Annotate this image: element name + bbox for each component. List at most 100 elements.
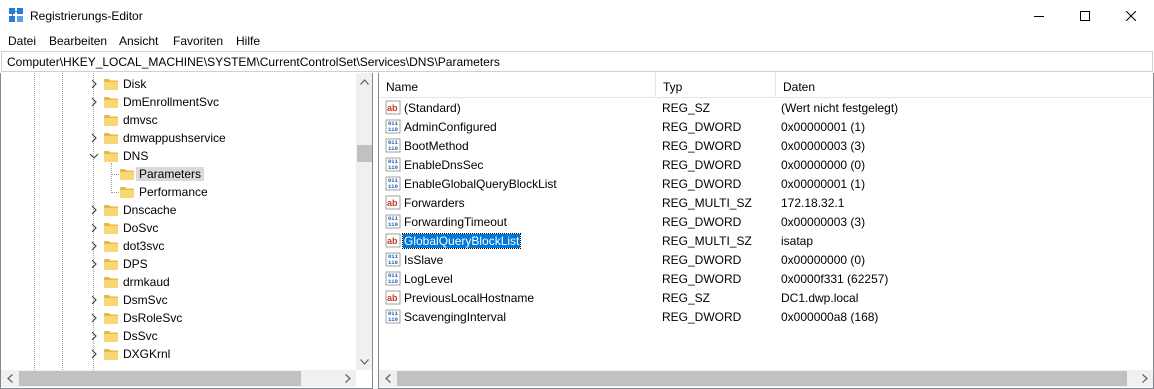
maximize-button[interactable]: [1062, 0, 1108, 31]
value-name[interactable]: EnableGlobalQueryBlockList: [403, 177, 558, 191]
tree-item-label[interactable]: DsRoleSvc: [123, 311, 182, 325]
list-horizontal-scrollbar[interactable]: [379, 370, 1153, 387]
table-row[interactable]: 011 110 EnableGlobalQueryBlockList REG_DWOR…: [379, 174, 1153, 193]
chevron-right-icon[interactable]: [89, 240, 99, 252]
close-button[interactable]: [1108, 0, 1154, 31]
table-row[interactable]: ab PreviousLocalHostname REG_SZ DC1.dwp.loc…: [379, 288, 1153, 307]
chevron-right-icon[interactable]: [89, 222, 99, 234]
value-name[interactable]: EnableDnsSec: [403, 158, 484, 172]
scroll-up-button[interactable]: [356, 73, 372, 90]
scroll-thumb[interactable]: [397, 371, 1127, 386]
table-row[interactable]: 011 110 IsSlave REG_DWORD 0x00000000 (0): [379, 250, 1153, 269]
menu-ansicht[interactable]: Ansicht: [119, 34, 158, 48]
reg-binary-icon: 011110: [385, 252, 401, 267]
tree-item[interactable]: Parameters: [1, 165, 355, 183]
table-row[interactable]: 011 110 AdminConfigured REG_DWORD 0x00000001…: [379, 117, 1153, 136]
tree-item-label[interactable]: Performance: [139, 185, 208, 199]
tree-item-label[interactable]: DNS: [123, 149, 148, 163]
value-name[interactable]: Forwarders: [403, 196, 466, 210]
value-name[interactable]: ForwardingTimeout: [403, 215, 508, 229]
tree-item[interactable]: drmkaud: [1, 273, 355, 291]
scroll-right-button[interactable]: [339, 370, 356, 387]
tree-item-label[interactable]: DsmSvc: [123, 293, 168, 307]
chevron-right-icon[interactable]: [89, 132, 99, 144]
column-header-type[interactable]: Typ: [656, 73, 776, 98]
table-row[interactable]: ab Forwarders REG_MULTI_SZ 172.18.32.1: [379, 193, 1153, 212]
chevron-down-icon[interactable]: [89, 150, 99, 162]
chevron-right-icon[interactable]: [89, 78, 99, 90]
table-row[interactable]: 011 110 ScavengingInterval REG_DWORD 0x00000…: [379, 307, 1153, 326]
menu-favoriten[interactable]: Favoriten: [173, 34, 223, 48]
tree-horizontal-scrollbar[interactable]: [1, 370, 356, 387]
tree-item[interactable]: Disk: [1, 75, 355, 93]
scroll-down-button[interactable]: [356, 353, 372, 370]
tree-item[interactable]: DXGKrnl: [1, 345, 355, 363]
chevron-right-icon[interactable]: [89, 258, 99, 270]
column-name-label: Name: [386, 80, 419, 94]
table-row[interactable]: ab (Standard) REG_SZ (Wert nicht festgelegt…: [379, 98, 1153, 117]
svg-text:110: 110: [388, 221, 398, 228]
tree-item-label[interactable]: DmEnrollmentSvc: [123, 95, 219, 109]
scroll-left-button[interactable]: [1, 370, 18, 387]
value-name[interactable]: BootMethod: [403, 139, 470, 153]
values-list[interactable]: Name Typ Daten ab (Standard) REG_SZ (Wert n…: [378, 73, 1154, 389]
menu-hilfe[interactable]: Hilfe: [236, 34, 260, 48]
tree-item-label[interactable]: DPS: [123, 257, 148, 271]
value-name[interactable]: LogLevel: [403, 272, 454, 286]
tree-item-label[interactable]: dot3svc: [123, 239, 164, 253]
table-row[interactable]: 011 110 ForwardingTimeout REG_DWORD 0x000000…: [379, 212, 1153, 231]
value-name[interactable]: PreviousLocalHostname: [403, 291, 535, 305]
table-row[interactable]: 011 110 EnableDnsSec REG_DWORD 0x00000000 (0…: [379, 155, 1153, 174]
tree-item-label[interactable]: drmkaud: [123, 275, 170, 289]
tree-item[interactable]: Dnscache: [1, 201, 355, 219]
tree-item-label[interactable]: DsSvc: [123, 329, 158, 343]
minimize-button[interactable]: [1016, 0, 1062, 31]
address-bar[interactable]: Computer\HKEY_LOCAL_MACHINE\SYSTEM\Curre…: [1, 51, 1153, 72]
table-row[interactable]: 011 110 BootMethod REG_DWORD 0x00000003 (3): [379, 136, 1153, 155]
value-name[interactable]: GlobalQueryBlockList: [401, 233, 522, 249]
tree-item[interactable]: dmvsc: [1, 111, 355, 129]
value-data: 0x00000000 (0): [781, 158, 866, 172]
table-row[interactable]: ab GlobalQueryBlockList REG_MULTI_SZ isatap: [379, 231, 1153, 250]
scroll-right-button[interactable]: [1136, 370, 1153, 387]
chevron-right-icon[interactable]: [89, 294, 99, 306]
tree-item[interactable]: DsmSvc: [1, 291, 355, 309]
tree-item[interactable]: dot3svc: [1, 237, 355, 255]
tree-item[interactable]: Performance: [1, 183, 355, 201]
value-name[interactable]: (Standard): [403, 101, 462, 115]
column-header-name[interactable]: Name: [379, 73, 656, 98]
tree-item[interactable]: DmEnrollmentSvc: [1, 93, 355, 111]
tree-item[interactable]: DsRoleSvc: [1, 309, 355, 327]
value-name[interactable]: IsSlave: [403, 253, 444, 267]
tree-item-label[interactable]: DoSvc: [123, 221, 158, 235]
chevron-down-icon: [360, 358, 369, 365]
table-row[interactable]: 011 110 LogLevel REG_DWORD 0x0000f331 (62257…: [379, 269, 1153, 288]
column-header-data[interactable]: Daten: [776, 73, 1153, 98]
key-tree[interactable]: Disk DmEnrollmentSvc dmvsc dmwappushservice…: [0, 73, 373, 389]
chevron-right-icon[interactable]: [89, 348, 99, 360]
scroll-thumb[interactable]: [19, 371, 301, 386]
tree-item-label[interactable]: Disk: [123, 77, 146, 91]
scroll-left-button[interactable]: [379, 370, 396, 387]
address-path[interactable]: Computer\HKEY_LOCAL_MACHINE\SYSTEM\Curre…: [7, 55, 500, 69]
menu-datei[interactable]: Datei: [8, 34, 36, 48]
chevron-right-icon[interactable]: [89, 330, 99, 342]
tree-item-label[interactable]: dmwappushservice: [123, 131, 226, 145]
tree-item-label[interactable]: dmvsc: [123, 113, 158, 127]
tree-item-label[interactable]: Parameters: [136, 167, 205, 181]
value-name[interactable]: ScavengingInterval: [403, 310, 507, 324]
tree-vertical-scrollbar[interactable]: [356, 73, 372, 370]
tree-item-label[interactable]: DXGKrnl: [123, 347, 170, 361]
chevron-right-icon[interactable]: [89, 312, 99, 324]
scroll-thumb[interactable]: [357, 145, 372, 162]
tree-item-label[interactable]: Dnscache: [123, 203, 176, 217]
chevron-right-icon[interactable]: [89, 96, 99, 108]
menu-bearbeiten[interactable]: Bearbeiten: [49, 34, 107, 48]
tree-item[interactable]: dmwappushservice: [1, 129, 355, 147]
value-name[interactable]: AdminConfigured: [403, 120, 498, 134]
chevron-right-icon[interactable]: [89, 204, 99, 216]
tree-item[interactable]: DoSvc: [1, 219, 355, 237]
tree-item[interactable]: DNS: [1, 147, 355, 165]
tree-item[interactable]: DPS: [1, 255, 355, 273]
tree-item[interactable]: DsSvc: [1, 327, 355, 345]
